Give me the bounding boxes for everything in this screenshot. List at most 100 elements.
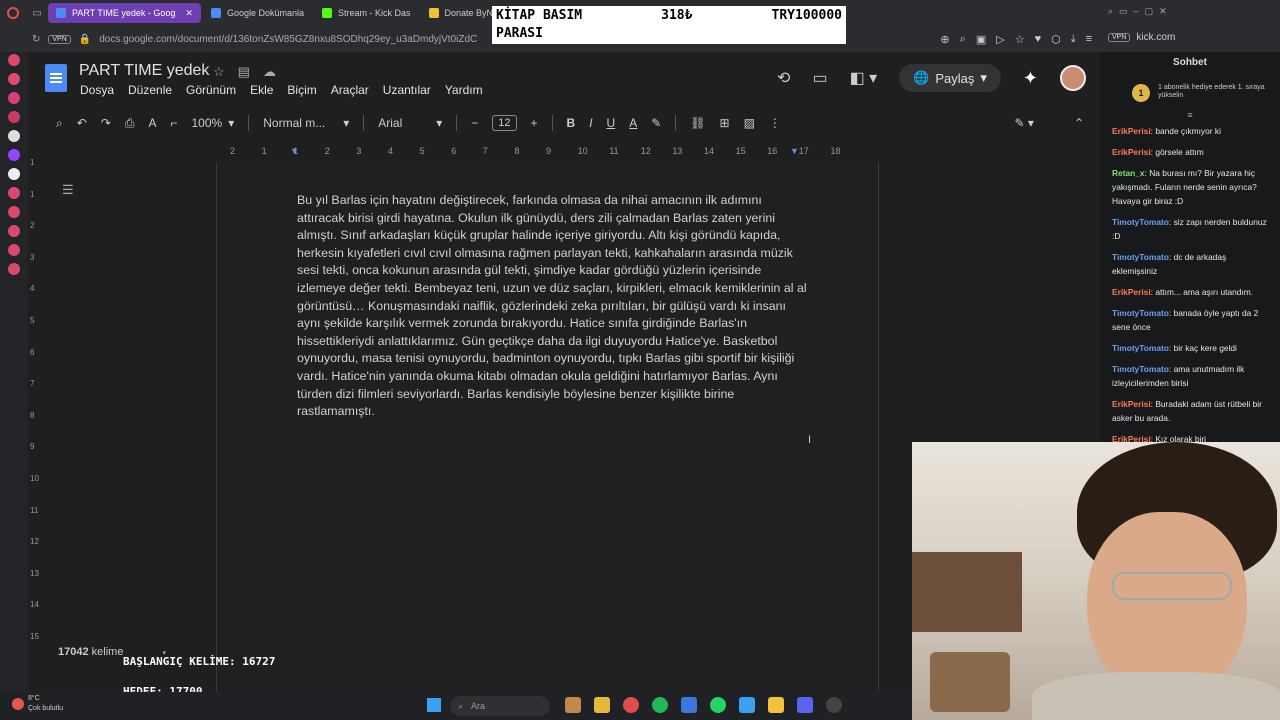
spaces-icon[interactable]	[8, 130, 20, 142]
browser-tab[interactable]: Google Dokümanla	[203, 3, 312, 23]
text-color-icon[interactable]: A	[629, 116, 637, 130]
chevron-down-icon[interactable]: ▾	[980, 70, 987, 86]
weather-widget[interactable]: 8°C Çok bulutlu	[12, 694, 63, 714]
star-icon[interactable]: ☆	[213, 64, 225, 80]
paint-format-icon[interactable]: ⌐	[170, 116, 177, 130]
chat-username[interactable]: ErikPerisi	[1112, 399, 1151, 409]
browser-tab[interactable]: Stream - Kick Das	[314, 3, 419, 23]
chat-username[interactable]: TimotyTomato	[1112, 343, 1169, 353]
move-folder-icon[interactable]: ▤	[238, 64, 250, 80]
underline-icon[interactable]: U	[607, 116, 616, 130]
chat-message[interactable]: ErikPerisi: attım... ama aşırı utandım.	[1100, 283, 1280, 301]
chat-username[interactable]: TimotyTomato	[1112, 308, 1169, 318]
menu-item[interactable]: Yardım	[445, 83, 483, 97]
chat-message[interactable]: ErikPerisi: Kız olarak biri	[1100, 430, 1280, 442]
document-outline-icon[interactable]: ☰	[62, 182, 74, 198]
obs-icon[interactable]	[826, 697, 842, 713]
whatsapp-icon[interactable]	[710, 697, 726, 713]
image-icon[interactable]: ▨	[744, 116, 755, 130]
horizontal-ruler[interactable]: 2 1 1 2 3 4 5 6 7 8 9 10 11 12 13 14 15 16 17 18 ▼ ▼	[216, 146, 878, 158]
font-size-input[interactable]: 12	[492, 115, 517, 131]
chat-username[interactable]: TimotyTomato	[1112, 252, 1169, 262]
search-icon[interactable]: ⌕	[1108, 6, 1113, 17]
maximize-icon[interactable]: ▢	[1145, 6, 1154, 17]
indent-right-marker-icon[interactable]: ▼	[790, 146, 799, 156]
increase-font-icon[interactable]: +	[531, 116, 538, 130]
chat-message[interactable]: TimotyTomato: bir kaç kere geldi	[1100, 339, 1280, 357]
chat-url[interactable]: kick.com	[1136, 32, 1175, 43]
play-icon[interactable]: ▷	[996, 33, 1004, 46]
vpn-badge[interactable]: VPN	[1108, 33, 1131, 42]
menu-item[interactable]: Uzantılar	[383, 83, 431, 97]
chat-message[interactable]: TimotyTomato: ama unutmadım ilk izleyici…	[1100, 360, 1280, 392]
zoom-icon[interactable]: ⊕	[940, 33, 949, 46]
taskbar-search[interactable]: ⌕ Ara	[450, 696, 550, 716]
chat-message[interactable]: TimotyTomato: banada öyle yaptı da 2 sen…	[1100, 304, 1280, 336]
font-select[interactable]: Arial ▾	[378, 116, 442, 130]
italic-icon[interactable]: I	[589, 116, 592, 130]
more-icon[interactable]: ⋮	[769, 116, 781, 130]
avatar[interactable]	[1060, 65, 1086, 91]
menu-icon[interactable]: ≡	[1086, 33, 1092, 46]
menu-item[interactable]: Dosya	[80, 83, 114, 97]
share-button[interactable]: 🌐 Paylaş ▾	[899, 64, 1001, 92]
extensions-sidebar-icon[interactable]	[8, 244, 20, 256]
snapshot-icon[interactable]: ▣	[976, 33, 986, 46]
document-body[interactable]: Bu yıl Barlas için hayatını değiştirecek…	[297, 192, 807, 421]
search-icon[interactable]: ⌕	[960, 33, 966, 46]
reload-icon[interactable]: ↻	[32, 34, 40, 45]
decrease-font-icon[interactable]: −	[471, 116, 478, 130]
spotify-icon[interactable]	[652, 697, 668, 713]
undo-icon[interactable]: ↶	[77, 116, 87, 130]
twitch-icon[interactable]	[8, 149, 20, 161]
menu-item[interactable]: Görünüm	[186, 83, 236, 97]
chat-username[interactable]: TimotyTomato	[1112, 364, 1169, 374]
start-icon[interactable]	[427, 698, 441, 712]
player-icon[interactable]	[8, 187, 20, 199]
close-tab-icon[interactable]: ✕	[185, 8, 193, 19]
menu-item[interactable]: Düzenle	[128, 83, 172, 97]
pinned-icon[interactable]: ≡	[1100, 110, 1280, 120]
media-icon[interactable]	[8, 111, 20, 123]
edit-app-icon[interactable]	[681, 697, 697, 713]
vpn-badge[interactable]: VPN	[48, 34, 71, 44]
bookmark-icon[interactable]: ☆	[1015, 33, 1025, 46]
redo-icon[interactable]: ↷	[101, 116, 111, 130]
chat-username[interactable]: ErikPerisi	[1112, 434, 1151, 442]
chat-username[interactable]: ErikPerisi	[1112, 147, 1151, 157]
document-page[interactable]: Bu yıl Barlas için hayatını değiştirecek…	[216, 162, 879, 692]
heart-icon[interactable]: ♥	[1035, 33, 1042, 46]
minimize-icon[interactable]: –	[1134, 6, 1139, 17]
meet-icon[interactable]: ◧ ▾	[850, 68, 878, 88]
close-icon[interactable]: ✕	[1159, 6, 1167, 17]
messenger-icon[interactable]	[8, 73, 20, 85]
spellcheck-icon[interactable]: A	[148, 116, 156, 130]
chat-username[interactable]: TimotyTomato	[1112, 217, 1169, 227]
indent-left-marker-icon[interactable]: ▼	[290, 146, 299, 156]
opera-logo-icon[interactable]	[0, 0, 26, 26]
instagram-icon[interactable]	[8, 92, 20, 104]
link-icon[interactable]: ⛓	[690, 116, 705, 130]
chat-message[interactable]: Retan_x: Na burası mı? Bir yazara hiç ya…	[1100, 164, 1280, 210]
notes-icon[interactable]	[768, 697, 784, 713]
bold-icon[interactable]: B	[567, 116, 576, 130]
bookmarks-icon[interactable]	[8, 206, 20, 218]
chat-message[interactable]: TimotyTomato: siz zapı nerden buldunuz :…	[1100, 213, 1280, 245]
chat-message[interactable]: TimotyTomato: dc de arkadaş eklemişsiniz	[1100, 248, 1280, 280]
history-icon[interactable]	[8, 225, 20, 237]
add-comment-icon[interactable]: ⊞	[720, 116, 730, 130]
menu-item[interactable]: Ekle	[250, 83, 273, 97]
phone-link-icon[interactable]	[739, 697, 755, 713]
opera-icon[interactable]	[623, 697, 639, 713]
tab-menu-icon[interactable]: ▭	[26, 0, 48, 26]
chat-message[interactable]: ErikPerisi: bande çıkmıyor ki	[1100, 122, 1280, 140]
discord-icon[interactable]	[797, 697, 813, 713]
chat-username[interactable]: ErikPerisi	[1112, 126, 1151, 136]
comments-icon[interactable]: ▭	[812, 68, 827, 88]
chat-message[interactable]: ErikPerisi: Buradaki adam üst rütbeli bi…	[1100, 395, 1280, 427]
file-explorer-icon[interactable]	[594, 697, 610, 713]
widget-icon[interactable]	[565, 697, 581, 713]
document-title[interactable]: PART TIME yedek	[79, 62, 209, 80]
settings-icon[interactable]	[8, 263, 20, 275]
search-menus-icon[interactable]: ⌕	[56, 116, 63, 131]
